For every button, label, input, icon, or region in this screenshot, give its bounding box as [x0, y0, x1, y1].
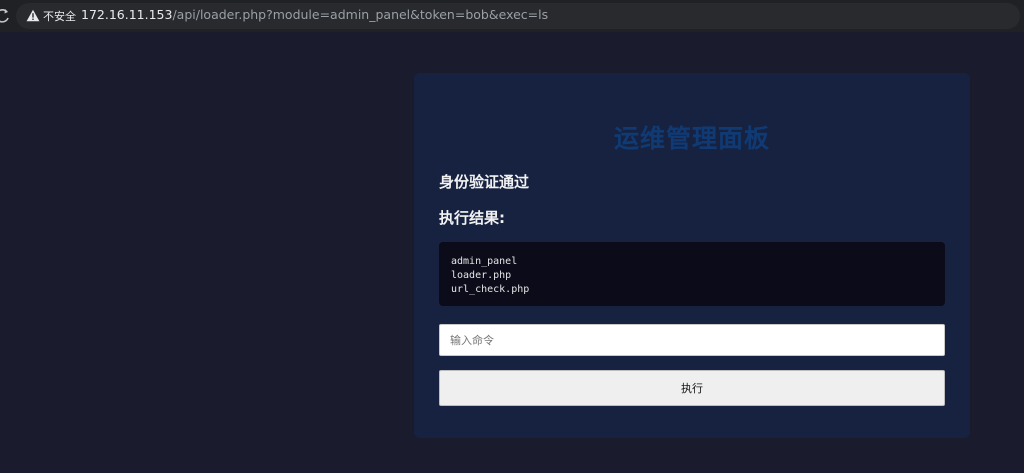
reload-icon[interactable] — [0, 7, 10, 25]
url-text[interactable]: 172.16.11.153/api/loader.php?module=admi… — [81, 7, 548, 22]
command-input[interactable] — [439, 324, 945, 356]
warning-icon[interactable] — [26, 9, 40, 22]
output-line: loader.php — [451, 270, 512, 281]
result-heading: 执行结果: — [439, 209, 505, 227]
security-status-label[interactable]: 不安全 — [43, 8, 76, 24]
output-line: admin_panel — [451, 256, 518, 267]
command-output: admin_panel loader.php url_check.php — [439, 242, 945, 306]
omnibox[interactable]: 不安全 172.16.11.153/api/loader.php?module=… — [16, 3, 1020, 29]
url-host: 172.16.11.153 — [81, 7, 173, 22]
url-path: /api/loader.php?module=admin_panel&token… — [172, 7, 549, 22]
execute-button[interactable]: 执行 — [439, 370, 945, 406]
panel-title: 运维管理面板 — [613, 124, 770, 153]
browser-address-bar: 不安全 172.16.11.153/api/loader.php?module=… — [0, 0, 1024, 32]
output-line: url_check.php — [451, 284, 530, 295]
auth-status-text: 身份验证通过 — [439, 173, 530, 191]
admin-panel-card: 运维管理面板 身份验证通过 执行结果: admin_panel loader.p… — [414, 73, 970, 438]
